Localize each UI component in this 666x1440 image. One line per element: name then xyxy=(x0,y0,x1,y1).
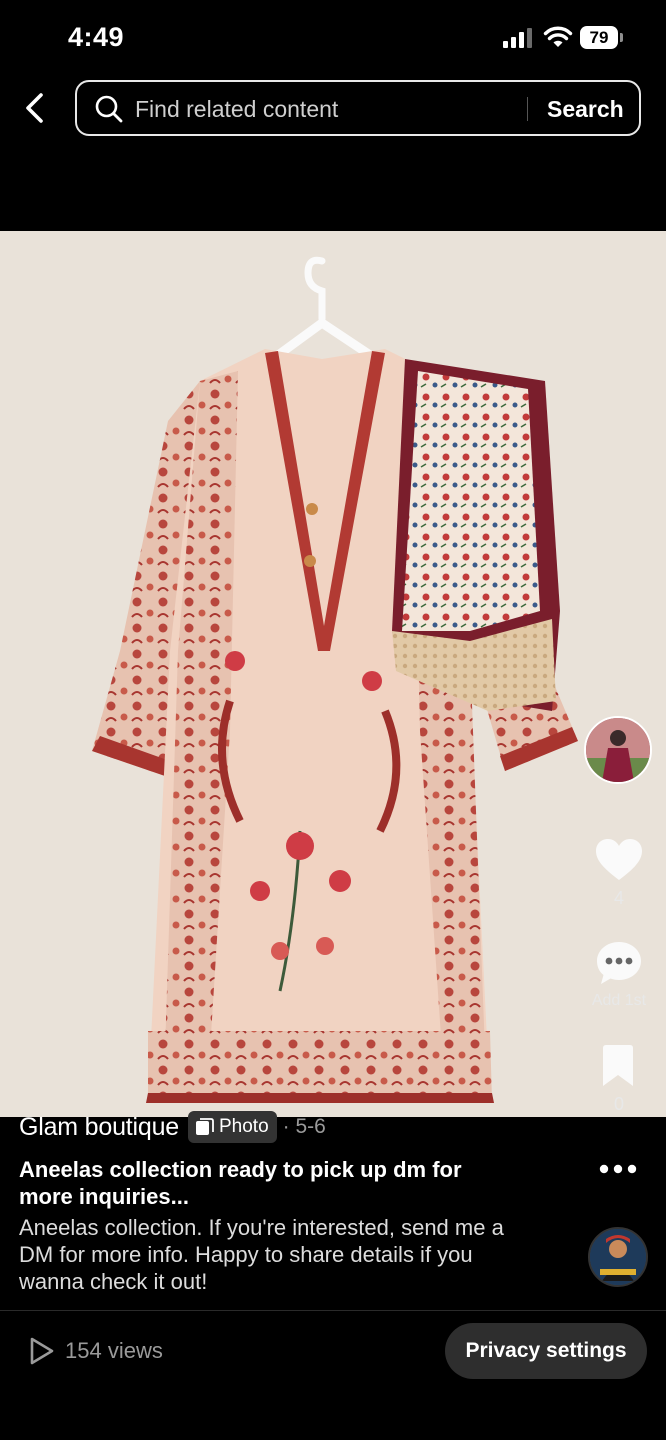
battery-level: 79 xyxy=(580,26,618,49)
search-input[interactable] xyxy=(135,94,515,124)
status-time: 4:49 xyxy=(68,22,125,52)
type-label: Photo xyxy=(219,1116,269,1137)
signal-icon xyxy=(503,28,532,48)
footer-divider xyxy=(0,1310,666,1311)
search-button[interactable]: Search xyxy=(547,94,624,124)
creator-avatar-image xyxy=(586,718,650,782)
bookmark-count: 0 xyxy=(613,1094,624,1114)
more-options-icon[interactable] xyxy=(598,1159,638,1179)
author-name[interactable]: Glam boutique xyxy=(19,1113,179,1142)
battery-nub xyxy=(620,33,623,42)
wifi-icon xyxy=(543,26,573,47)
search-divider xyxy=(527,97,528,121)
status-bar: 4:49 79 xyxy=(0,0,666,70)
like-count: 4 xyxy=(613,888,624,908)
comment-icon[interactable] xyxy=(595,940,643,988)
comment-label[interactable]: Add 1st xyxy=(580,992,658,1010)
search-icon xyxy=(95,95,123,123)
music-avatar-image xyxy=(590,1229,646,1285)
creator-avatar[interactable] xyxy=(584,716,652,784)
music-avatar[interactable] xyxy=(588,1227,648,1287)
privacy-settings-button[interactable]: Privacy settings xyxy=(445,1323,647,1379)
back-button[interactable] xyxy=(14,86,58,130)
search-bar[interactable]: Search xyxy=(75,80,641,136)
author-row: Glam boutique Photo · 5-6 xyxy=(19,1110,326,1144)
photo-icon xyxy=(196,1117,214,1135)
views-count: 154 views xyxy=(65,1338,163,1363)
heart-icon[interactable] xyxy=(595,838,643,882)
views-row: 154 views xyxy=(29,1335,163,1367)
type-badge: Photo xyxy=(188,1111,277,1143)
post-title[interactable]: Aneelas collection ready to pick up dm f… xyxy=(19,1156,519,1210)
post-description[interactable]: Aneelas collection. If you're interested… xyxy=(19,1214,511,1295)
play-icon xyxy=(30,1337,54,1365)
post-photo[interactable] xyxy=(0,231,666,1117)
bookmark-icon[interactable] xyxy=(600,1045,636,1087)
post-date: · 5-6 xyxy=(282,1115,326,1138)
battery-icon: 79 xyxy=(580,26,624,49)
kurta-illustration xyxy=(0,231,666,1117)
